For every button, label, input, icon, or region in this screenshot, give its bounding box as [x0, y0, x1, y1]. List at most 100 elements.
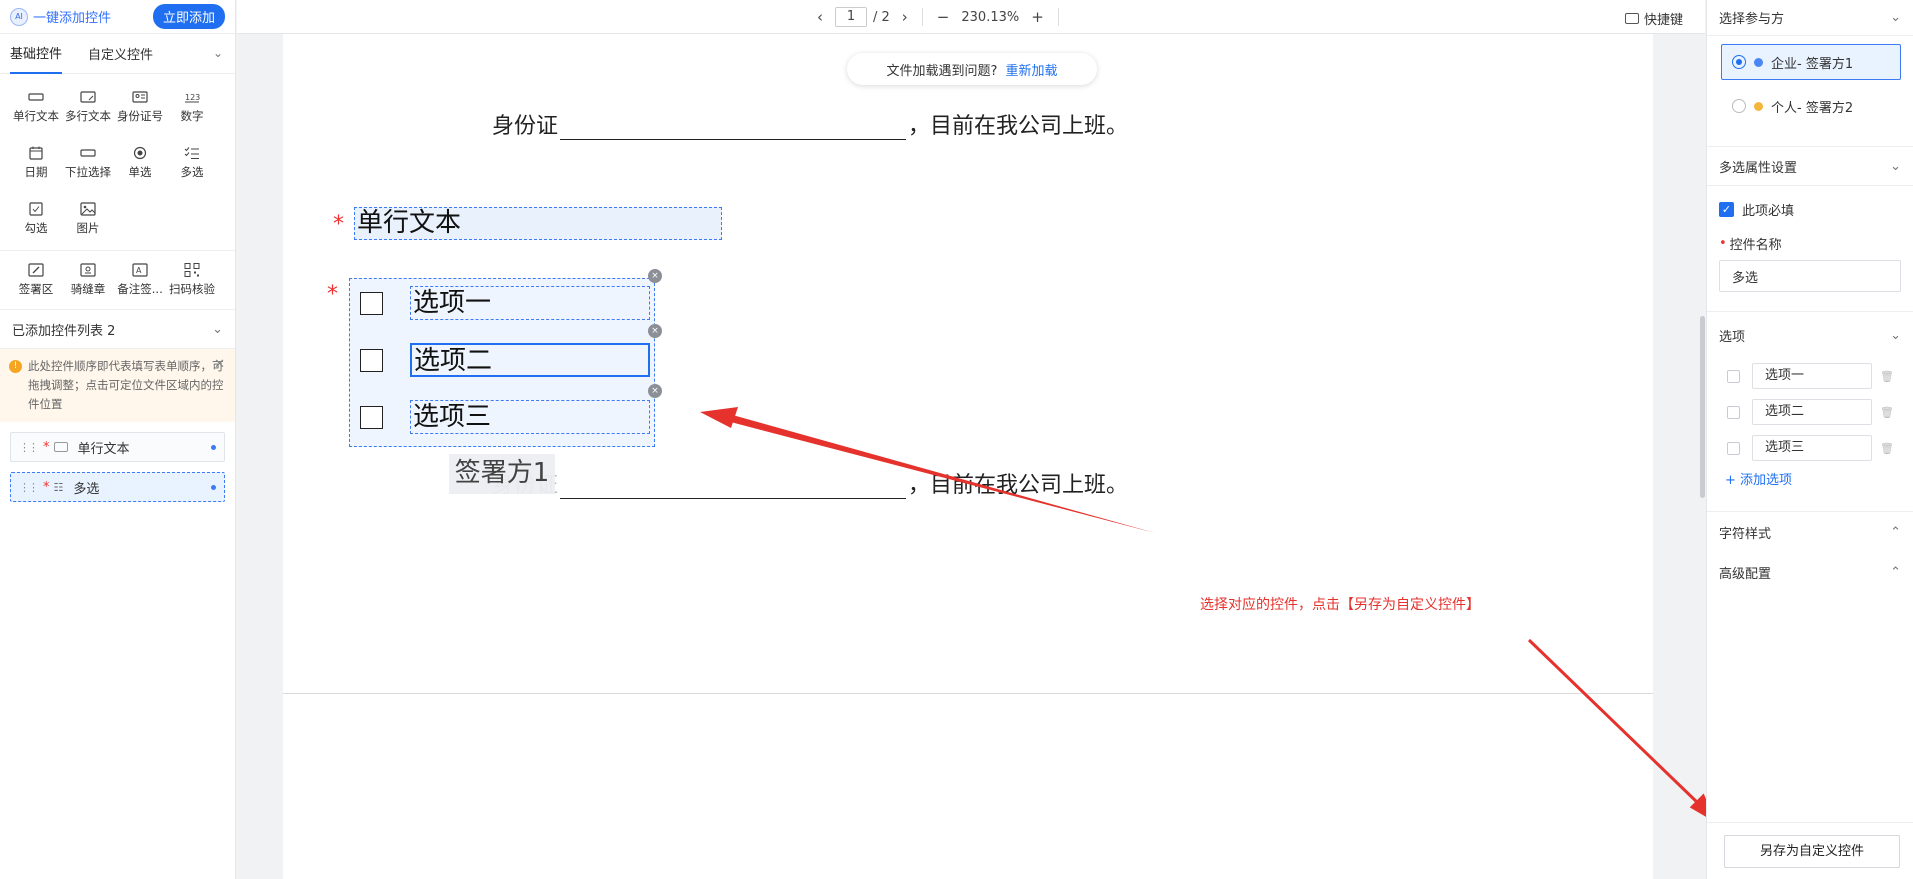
- reload-link[interactable]: 重新加载: [1005, 60, 1057, 79]
- shortcut-button[interactable]: 快捷键: [1624, 9, 1683, 28]
- scrollbar[interactable]: [1700, 316, 1705, 498]
- char-style-title: 字符样式: [1719, 526, 1772, 542]
- option-row: 选项一 🗑: [1707, 358, 1913, 394]
- option-input[interactable]: 选项三: [1752, 435, 1872, 461]
- control-date[interactable]: 日期: [10, 140, 62, 186]
- checklist-icon: ☷: [53, 480, 64, 494]
- required-toggle[interactable]: ✓ 此项必填: [1707, 186, 1913, 232]
- option-checkbox[interactable]: [1727, 405, 1740, 419]
- reload-text: 文件加载遇到问题?: [886, 63, 998, 79]
- radio-icon[interactable]: [1732, 99, 1746, 113]
- option-label[interactable]: 选项一: [410, 286, 650, 320]
- control-check[interactable]: 勾选: [10, 196, 62, 242]
- multi-option-2[interactable]: 选项二: [360, 343, 650, 377]
- add-option-button[interactable]: + 添加选项: [1707, 466, 1913, 496]
- divider: [921, 8, 923, 26]
- option-checkbox[interactable]: [360, 291, 383, 315]
- trash-icon[interactable]: 🗑: [1880, 370, 1894, 383]
- control-dropdown[interactable]: 下拉选择: [62, 140, 114, 186]
- tab-custom-controls[interactable]: 自定义控件: [88, 34, 153, 73]
- control-name-input[interactable]: 多选: [1719, 260, 1901, 292]
- control-number[interactable]: 123 数字: [166, 84, 218, 130]
- drag-handle-icon[interactable]: ⋮⋮: [19, 481, 39, 494]
- control-sign-area[interactable]: 签署区: [10, 257, 62, 303]
- party-option-2[interactable]: 个人- 签署方2: [1721, 88, 1901, 124]
- option-checkbox[interactable]: [1727, 369, 1740, 383]
- trash-icon[interactable]: 🗑: [1880, 406, 1894, 419]
- required-mark: *: [327, 282, 338, 307]
- char-style-header[interactable]: 字符样式 ⌃: [1707, 512, 1913, 552]
- order-notice: ! 此处控件顺序即代表填写表单顺序，可拖拽调整；点击可定位文件区域内的控件位置 …: [0, 349, 235, 422]
- multi-option-1[interactable]: 选项一: [360, 286, 650, 320]
- divider: [1707, 822, 1913, 823]
- chevron-down-icon[interactable]: ⌄: [1890, 10, 1901, 25]
- added-item-single-text[interactable]: ⋮⋮ * 单行文本: [10, 432, 225, 462]
- added-controls-title: 已添加控件列表 2: [12, 323, 116, 339]
- single-text-field[interactable]: 单行文本: [354, 207, 722, 240]
- participant-header[interactable]: 选择参与方 ⌄: [1707, 0, 1913, 36]
- control-multiline-text[interactable]: 多行文本: [62, 84, 114, 130]
- calendar-icon: [28, 146, 44, 160]
- next-page-icon[interactable]: ›: [902, 8, 908, 26]
- added-item-multi-select[interactable]: ⋮⋮ * ☷ 多选: [10, 472, 225, 502]
- save-as-custom-button[interactable]: 另存为自定义控件: [1724, 835, 1900, 868]
- control-single-text[interactable]: 单行文本: [10, 84, 62, 130]
- option-input[interactable]: 选项一: [1752, 363, 1872, 389]
- quick-add-title[interactable]: 一键添加控件: [33, 7, 153, 26]
- trash-icon[interactable]: 🗑: [1880, 442, 1894, 455]
- control-multi-select[interactable]: 多选: [166, 140, 218, 186]
- reload-banner: 文件加载遇到问题? 重新加载: [847, 53, 1097, 85]
- page-total: / 2: [873, 9, 890, 25]
- svg-text:123: 123: [185, 93, 200, 102]
- chevron-up-icon[interactable]: ⌃: [1890, 565, 1901, 580]
- added-controls-header[interactable]: 已添加控件列表 2 ⌄: [0, 309, 235, 349]
- checkbox-checked-icon[interactable]: ✓: [1719, 201, 1734, 217]
- chevron-down-icon[interactable]: ⌄: [1890, 159, 1901, 174]
- chevron-down-icon[interactable]: ⌄: [213, 46, 223, 60]
- zoom-in-icon[interactable]: +: [1031, 8, 1044, 26]
- number-icon: 123: [184, 90, 200, 104]
- party-option-1[interactable]: 企业- 签署方1: [1721, 44, 1901, 80]
- options-header[interactable]: 选项 ⌄: [1707, 312, 1913, 358]
- id-card-icon: [132, 90, 148, 104]
- control-seal[interactable]: 骑缝章: [62, 257, 114, 303]
- radio-icon[interactable]: [1732, 55, 1746, 69]
- doc-text: ，目前在我公司上班。: [908, 473, 1129, 498]
- control-qr-verify[interactable]: 扫码核验: [166, 257, 218, 303]
- option-checkbox[interactable]: [1727, 441, 1740, 455]
- close-icon[interactable]: ✕: [214, 355, 225, 374]
- zoom-level: 230.13%: [961, 9, 1020, 25]
- add-now-button[interactable]: 立即添加: [152, 4, 225, 29]
- control-label: 签署区: [18, 282, 54, 296]
- control-image[interactable]: 图片: [62, 196, 114, 242]
- zoom-out-icon[interactable]: −: [937, 8, 950, 26]
- control-note-sign[interactable]: A 备注签...: [114, 257, 166, 303]
- prev-page-icon[interactable]: ‹: [817, 8, 823, 26]
- page-number-input[interactable]: 1: [835, 7, 867, 27]
- option-label[interactable]: 选项二: [410, 343, 650, 377]
- remove-icon[interactable]: ×: [648, 384, 662, 398]
- control-radio[interactable]: 单选: [114, 140, 166, 186]
- option-input[interactable]: 选项二: [1752, 399, 1872, 425]
- option-checkbox[interactable]: [360, 405, 383, 429]
- multi-option-3[interactable]: 选项三: [360, 400, 650, 434]
- control-id-card[interactable]: 身份证号: [114, 84, 166, 130]
- sign-controls-grid: 签署区 骑缝章 A 备注签... 扫码核验: [0, 255, 235, 309]
- tab-basic-controls[interactable]: 基础控件: [10, 33, 63, 74]
- control-label: 多选: [180, 165, 204, 179]
- drag-handle-icon[interactable]: ⋮⋮: [19, 441, 39, 454]
- party-color-dot: [1754, 57, 1763, 67]
- remove-icon[interactable]: ×: [648, 269, 662, 283]
- option-label[interactable]: 选项三: [410, 400, 650, 434]
- advanced-header[interactable]: 高级配置 ⌃: [1707, 552, 1913, 592]
- multi-select-field[interactable]: 选项一 选项二 选项三: [349, 278, 655, 447]
- remove-icon[interactable]: ×: [648, 324, 662, 338]
- name-label-row: • 控件名称: [1707, 232, 1913, 254]
- chevron-down-icon[interactable]: ⌄: [212, 322, 223, 337]
- property-header[interactable]: 多选属性设置 ⌄: [1707, 146, 1913, 186]
- control-label: 勾选: [24, 221, 48, 235]
- option-checkbox[interactable]: [360, 348, 383, 372]
- chevron-down-icon[interactable]: ⌄: [1890, 328, 1901, 343]
- chevron-up-icon[interactable]: ⌃: [1890, 525, 1901, 540]
